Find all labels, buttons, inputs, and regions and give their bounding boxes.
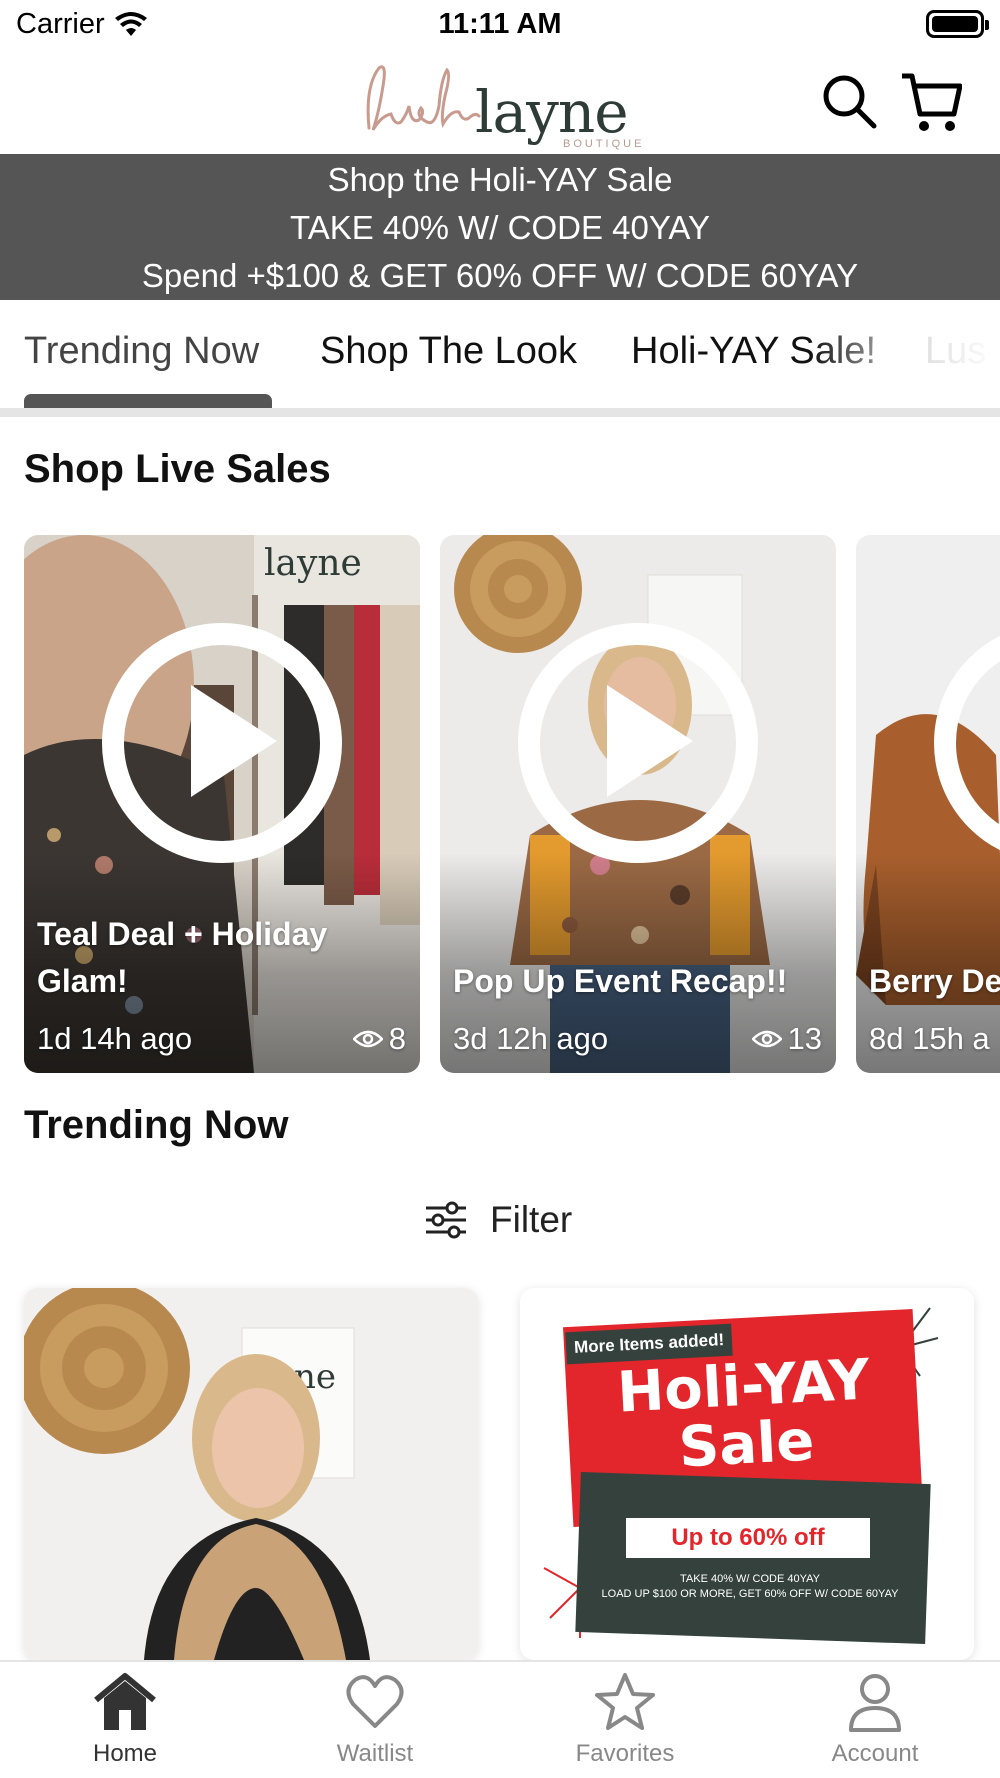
logo-subtitle: BOUTIQUE: [563, 138, 645, 150]
nav-account-label: Account: [831, 1740, 919, 1767]
app-header: layne BOUTIQUE: [0, 50, 1000, 154]
brand-logo[interactable]: layne BOUTIQUE: [355, 56, 655, 150]
home-icon: [94, 1673, 156, 1730]
status-time: 11:11 AM: [438, 8, 562, 40]
sale-fine-line-2: LOAD UP $100 OR MORE, GET 60% OFF W/ COD…: [601, 1588, 899, 1600]
cart-icon: [902, 73, 963, 131]
promo-line-2: TAKE 40% W/ CODE 40YAY: [290, 209, 710, 246]
promo-banner[interactable]: Shop the Holi-YAY Sale TAKE 40% W/ CODE …: [0, 154, 1000, 300]
tab-shop-the-look[interactable]: Shop The Look: [320, 330, 577, 373]
live-sale-card[interactable]: Berry De 8d 15h a: [856, 535, 1000, 1073]
active-tab-indicator: [24, 394, 272, 408]
view-count: 8: [388, 1021, 406, 1056]
live-sale-title: Berry De: [869, 963, 1000, 999]
sale-fine-print: TAKE 40% W/ CODE 40YAY LOAD UP $100 OR M…: [590, 1572, 910, 1602]
play-icon: [191, 685, 277, 797]
product-tile[interactable]: More Items added! Holi-YAY Sale Up to 60…: [520, 1288, 974, 1660]
view-count: 13: [787, 1021, 822, 1056]
live-sale-card[interactable]: Pop Up Event Recap!! 3d 12h ago 13: [440, 535, 836, 1073]
tab-holi-yay-sale[interactable]: Holi-YAY Sale!: [631, 330, 876, 373]
logo-script-lettering: [366, 65, 481, 131]
nav-account[interactable]: Account: [785, 1672, 965, 1776]
live-sale-card[interactable]: layne Teal Deal + Holiday Glam! 1d 14h a…: [24, 535, 420, 1073]
star-icon: [595, 1673, 655, 1730]
product-image: ne: [24, 1288, 478, 1660]
nav-waitlist-label: Waitlist: [336, 1740, 414, 1767]
filter-button[interactable]: Filter: [424, 1196, 572, 1244]
live-sales-carousel[interactable]: layne Teal Deal + Holiday Glam! 1d 14h a…: [0, 535, 1000, 1075]
nav-favorites[interactable]: Favorites: [535, 1672, 715, 1776]
sale-fine-line-1: TAKE 40% W/ CODE 40YAY: [680, 1573, 820, 1585]
sale-green-panel: [575, 1471, 931, 1645]
live-sale-time: 3d 12h ago: [453, 1021, 609, 1056]
trending-title: Trending Now: [24, 1103, 289, 1147]
sale-title: Holi-YAY Sale: [615, 1347, 872, 1481]
live-sale-views: 13: [751, 1021, 822, 1057]
nav-waitlist[interactable]: Waitlist: [285, 1672, 465, 1776]
live-sale-views: 8: [352, 1021, 406, 1057]
tab-trending-now[interactable]: Trending Now: [24, 330, 259, 373]
sale-badge: Up to 60% off: [626, 1518, 870, 1558]
person-icon: [849, 1674, 901, 1732]
search-icon: [823, 75, 877, 129]
search-button[interactable]: [820, 72, 880, 132]
eye-icon: [751, 1030, 782, 1048]
logo-wordmark: layne: [475, 78, 629, 146]
nav-home-label: Home: [92, 1740, 158, 1767]
eye-icon: [352, 1030, 383, 1048]
live-sale-time: 1d 14h ago: [37, 1021, 193, 1056]
live-sale-title: Pop Up Event Recap!!: [453, 963, 788, 999]
tabs-track: [0, 408, 1000, 417]
play-icon: [607, 685, 693, 797]
nav-favorites-label: Favorites: [575, 1740, 675, 1767]
promo-line-1: Shop the Holi-YAY Sale: [327, 161, 673, 198]
live-sale-title: Teal Deal + Holiday Glam!: [37, 916, 328, 999]
heart-icon: [346, 1675, 404, 1728]
promo-line-3: Spend +$100 & GET 60% OFF W/ CODE 60YAY: [141, 257, 859, 294]
filter-label: Filter: [490, 1199, 573, 1240]
bottom-tab-bar: Home Waitlist Favorites Account: [0, 1660, 1000, 1778]
nav-home[interactable]: Home: [35, 1672, 215, 1776]
cart-button[interactable]: [900, 72, 963, 132]
status-bar: Carrier 11:11 AM: [0, 0, 1000, 50]
svg-text:layne: layne: [264, 543, 362, 584]
sliders-icon: [426, 1201, 466, 1239]
live-sale-time: 8d 15h a: [869, 1021, 990, 1056]
battery-icon: [926, 10, 989, 38]
tab-lush[interactable]: Lus: [925, 330, 986, 373]
product-tile[interactable]: ne: [24, 1288, 478, 1660]
live-sales-title: Shop Live Sales: [24, 447, 331, 491]
